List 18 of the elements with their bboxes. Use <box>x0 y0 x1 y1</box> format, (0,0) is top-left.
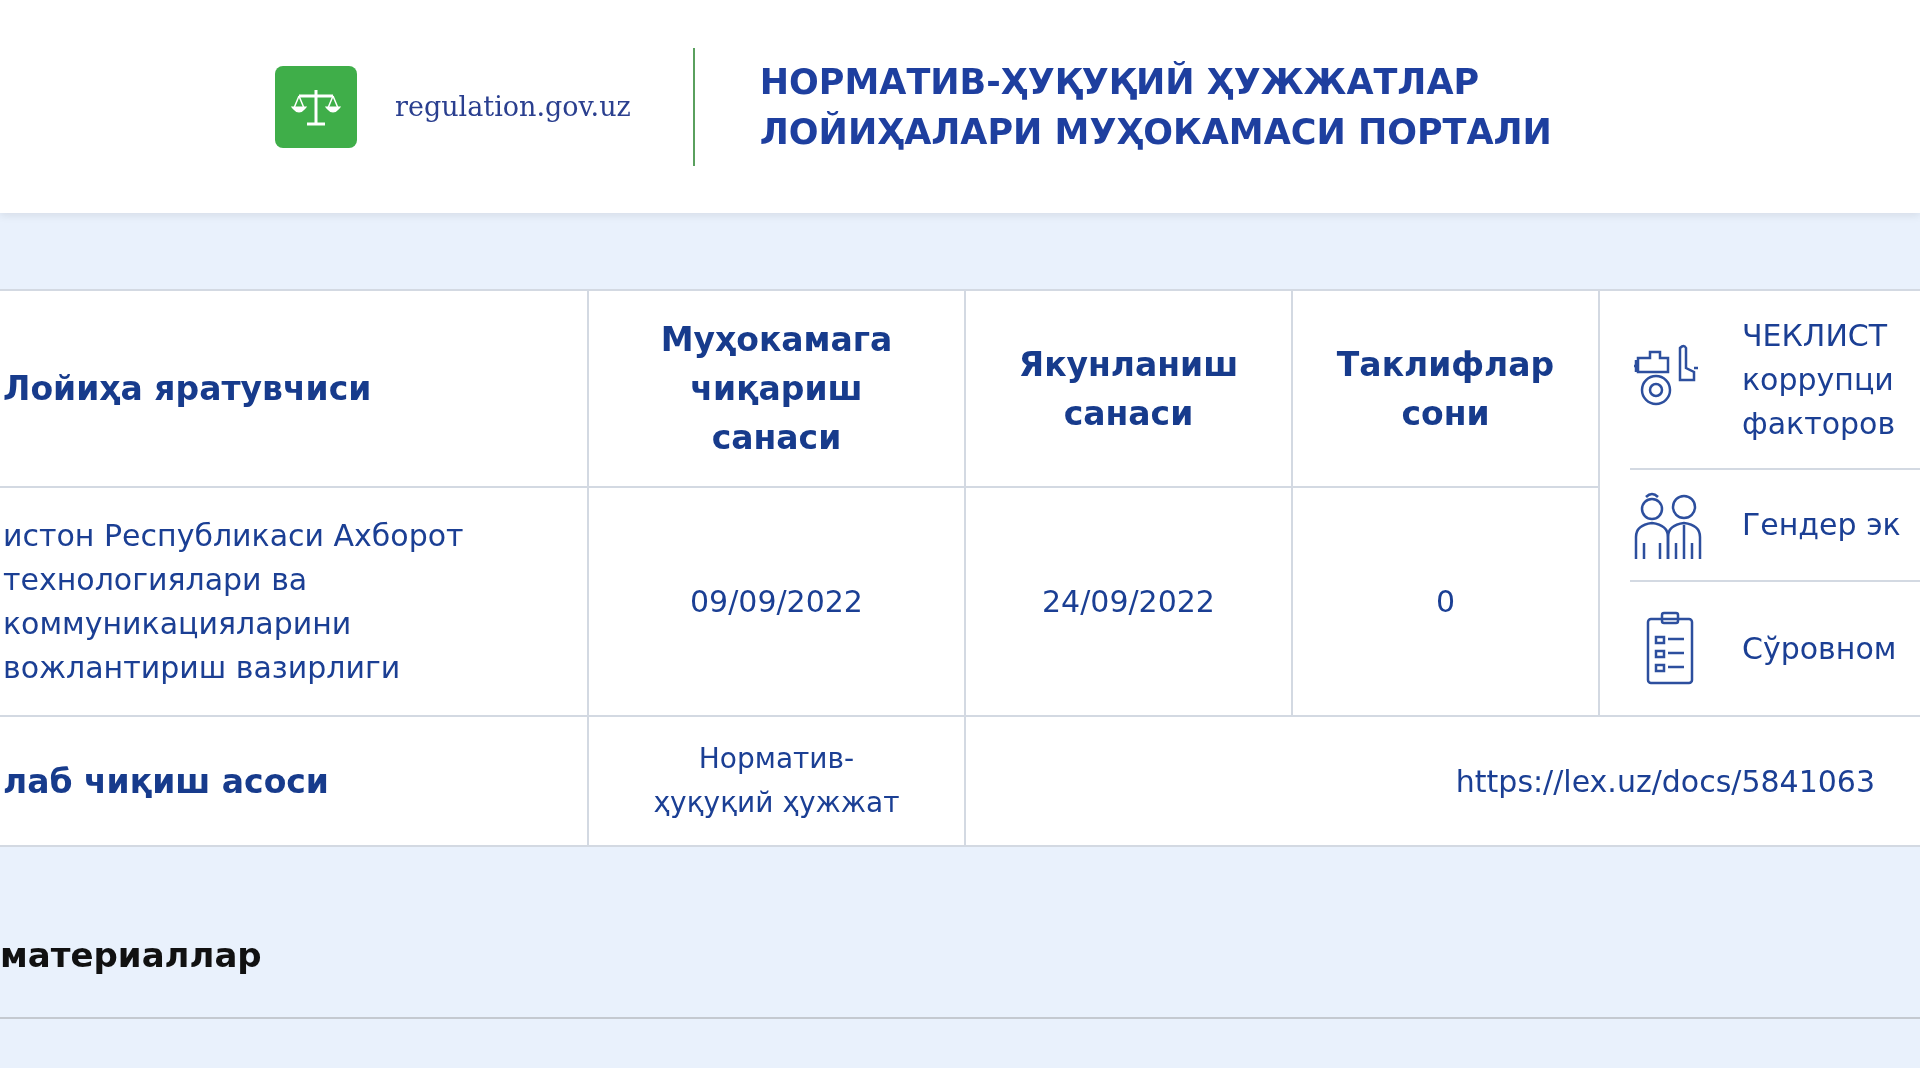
column-header: Таклифлар сони <box>1336 343 1555 435</box>
document-link[interactable]: https://lex.uz/docs/5841063 <box>1455 763 1875 799</box>
count-text: 0 <box>1435 582 1456 621</box>
row-label: лаб чиқиш асоси <box>3 760 329 803</box>
date-text: 24/09/2022 <box>1042 582 1215 621</box>
date-text: 09/09/2022 <box>690 582 863 621</box>
panel-link[interactable]: ЧЕКЛИСТ коррупци факторов <box>1742 313 1896 446</box>
panel-link[interactable]: Сўровном <box>1742 626 1897 671</box>
ministry-name: истон Республикаси Ахборот технологиялари ва коммуникацияларини вожлантириш вазирлиги <box>3 516 464 687</box>
scales-logo-icon[interactable] <box>275 65 357 148</box>
portal-title: НОРМАТИВ-ҲУҚУҚИЙ ҲУЖЖАТЛАР ЛОЙИҲАЛАРИ МУҲОКАМАСИ ПОРТАЛИ <box>759 60 1552 154</box>
column-header: Якунланиш санаси <box>1018 343 1239 435</box>
column-header: Муҳокамага чиқариш санаси <box>660 319 893 459</box>
column-header: Лойиҳа яратувчиси <box>3 368 372 410</box>
panel-link[interactable]: Гендер эк <box>1742 503 1901 547</box>
section-heading: материаллар <box>0 935 263 975</box>
site-logo-text[interactable]: regulation.gov.uz <box>395 91 631 122</box>
document-type: Норматив- ҳуқуқий ҳужжат <box>653 741 900 821</box>
